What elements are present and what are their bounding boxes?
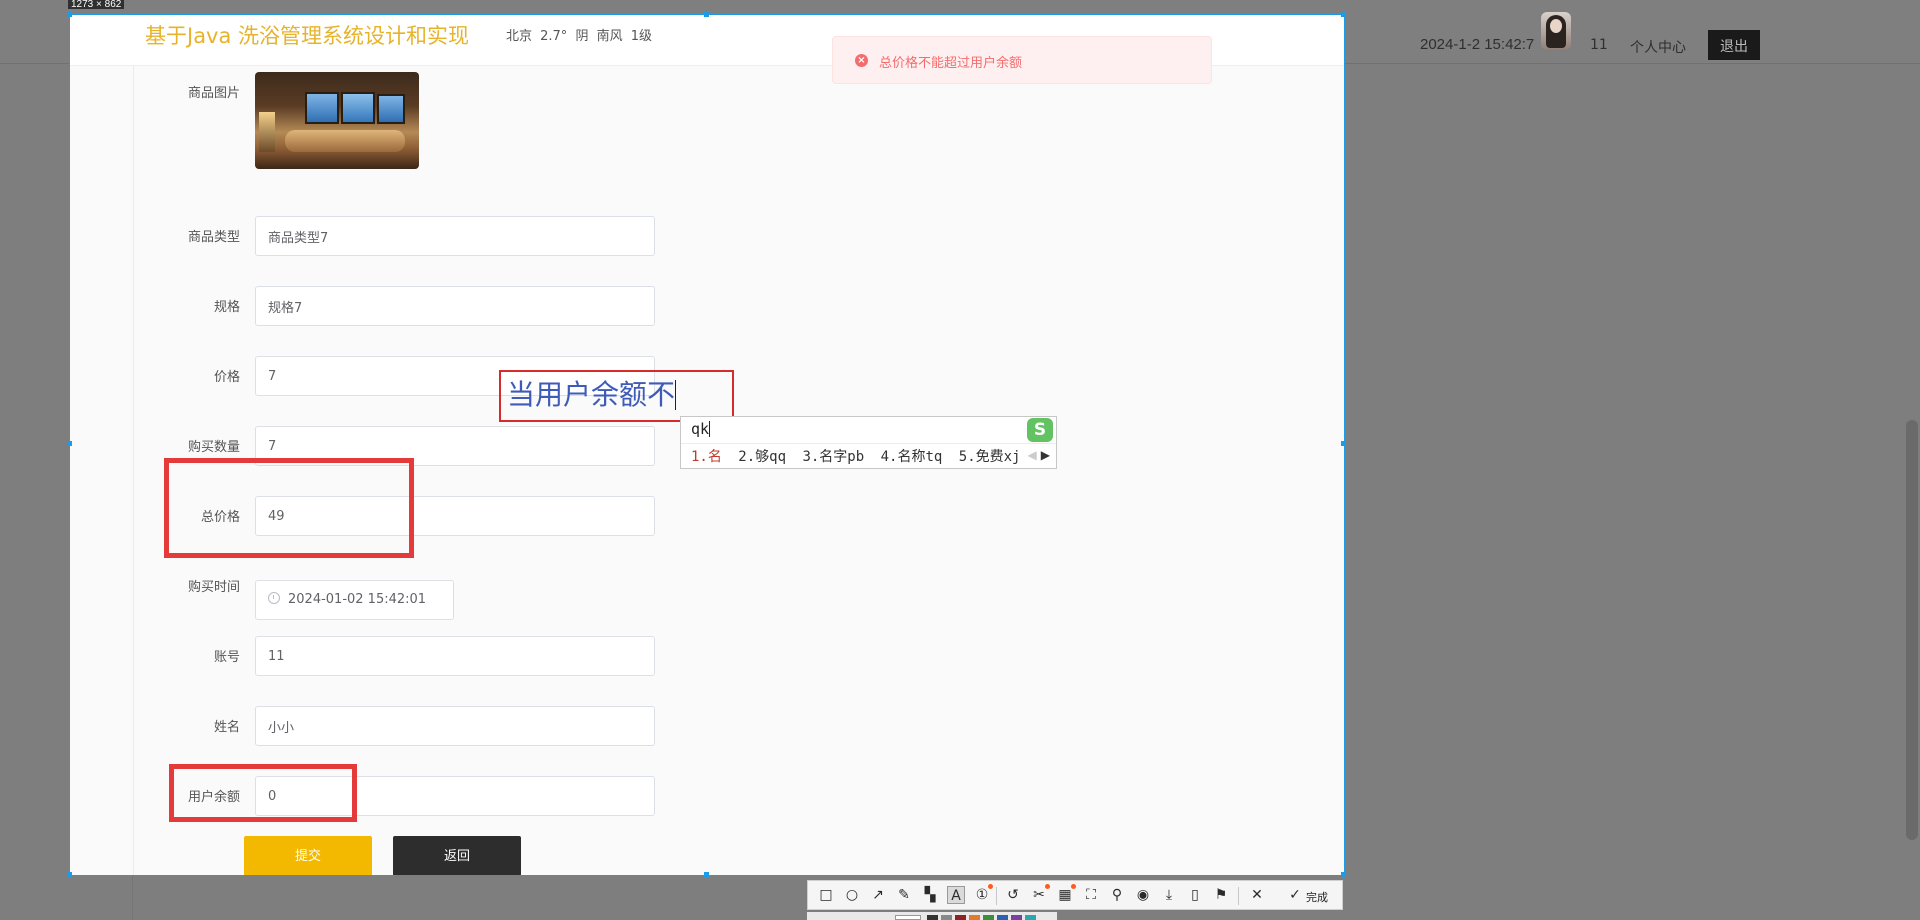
palette-swatch[interactable] [927,915,938,920]
ime-logo-icon: S [1027,418,1053,442]
name-input[interactable] [255,706,655,746]
screen: 2024-1-2 15:42:7 11 个人中心 退出 1273 × 862 基… [0,0,1920,920]
ime-candidate[interactable]: 3.名字pb [802,449,864,465]
annotation-box-balance[interactable] [169,764,357,822]
bookmark-icon[interactable]: ⚑ [1212,886,1230,904]
ime-candidate[interactable]: 5.免费xj [959,449,1021,465]
resize-handle[interactable] [1341,441,1346,446]
ime-next-icon[interactable]: ▶ [1041,448,1050,462]
ime-composition-text: qk [691,420,710,438]
error-circle-icon: × [855,54,868,67]
resize-handle[interactable] [1341,872,1346,877]
resize-handle[interactable] [1341,12,1346,17]
resize-handle[interactable] [704,12,709,17]
avatar-face [1550,19,1562,33]
palette-swatch[interactable] [997,915,1008,920]
record-icon[interactable]: ◉ [1134,886,1152,904]
clock-icon [268,592,280,604]
ime-candidate-list: 1.名 2.够qq 3.名字pb 4.名称tq 5.免费xj [691,446,1028,466]
ime-caret [709,421,711,437]
capture-size-label: 1273 × 862 [68,0,125,10]
ellipse-icon[interactable]: ○ [843,886,861,904]
ime-divider [681,443,1056,444]
number-tool-dot [988,884,993,889]
product-image-label: 商品图片 [187,86,240,101]
ime-page-arrows[interactable]: ◀ ▶ [1028,448,1050,462]
capture-toolbar: □ ○ ↗ ✎ ▚ A ① ↺ ✂ ▦ ⛶ ⚲ ◉ ⤓ ▯ ⚑ ✕ ✓ 完成 [807,880,1343,910]
ime-candidate[interactable]: 1.名 [691,449,722,465]
account-label: 账号 [213,650,240,665]
ime-candidate-window[interactable]: qk S 1.名 2.够qq 3.名字pb 4.名称tq 5.免费xj ◀ ▶ [680,416,1057,469]
ime-prev-icon[interactable]: ◀ [1028,448,1037,462]
mosaic-icon[interactable]: ▚ [921,886,939,904]
product-image-tub [285,130,405,152]
quantity-label: 购买数量 [187,440,240,455]
palette-swatch[interactable] [1011,915,1022,920]
product-image-window [377,94,405,124]
scan-icon[interactable]: ⛶ [1082,886,1100,904]
text-annotation-content: 当用户余额不 [507,378,676,411]
product-image-window [305,92,339,124]
product-image-window [341,92,375,124]
scissors-tool-dot [1045,884,1050,889]
header-datetime: 2024-1-2 15:42:7 [1420,36,1535,53]
product-type-label: 商品类型 [187,230,240,245]
toolbar-separator [996,887,997,905]
palette-swatch[interactable] [895,915,921,920]
resize-handle[interactable] [67,12,72,17]
palette-swatch[interactable] [941,915,952,920]
purchase-time-label: 购买时间 [187,580,240,595]
resize-handle[interactable] [67,441,72,446]
back-button[interactable]: 返回 [393,836,521,875]
spec-label: 规格 [213,300,240,315]
download-icon[interactable]: ⤓ [1160,886,1178,904]
app-title: 基于Java 洗浴管理系统设计和实现 [145,24,470,48]
ime-composition: qk [691,420,711,438]
pen-icon[interactable]: ✎ [895,886,913,904]
color-palette [807,912,1057,920]
text-annotation[interactable]: 当用户余额不 [499,370,734,422]
ime-candidate[interactable]: 4.名称tq [881,449,943,465]
error-toast: × 总价格不能超过用户余额 [832,36,1212,84]
header-username: 11 [1590,37,1608,53]
palette-swatch[interactable] [955,915,966,920]
page-edge [133,65,134,875]
text-caret [675,380,677,410]
spec-input[interactable] [255,286,655,326]
pin-icon[interactable]: ⚲ [1108,886,1126,904]
done-button[interactable]: 完成 [1306,889,1328,905]
product-image [255,72,419,169]
palette-swatch[interactable] [1025,915,1036,920]
rectangle-icon[interactable]: □ [817,886,835,904]
phone-icon[interactable]: ▯ [1186,886,1204,904]
account-input[interactable] [255,636,655,676]
avatar[interactable] [1541,12,1571,50]
palette-swatch[interactable] [983,915,994,920]
toast-message: 总价格不能超过用户余额 [879,56,1023,71]
page-scrollbar[interactable] [1906,420,1918,840]
price-label: 价格 [213,370,240,385]
name-label: 姓名 [213,720,240,735]
resize-handle[interactable] [704,872,709,877]
ime-candidate[interactable]: 2.够qq [738,449,786,465]
logout-button[interactable]: 退出 [1708,30,1760,60]
purchase-time-picker[interactable]: 2024-01-02 15:42:01 [255,580,454,620]
text-icon[interactable]: A [947,886,965,904]
check-icon[interactable]: ✓ [1286,886,1304,904]
undo-icon[interactable]: ↺ [1004,886,1022,904]
arrow-icon[interactable]: ↗ [869,886,887,904]
product-type-input[interactable] [255,216,655,256]
ocr-tool-dot [1071,884,1076,889]
product-image-lamp [259,112,275,152]
close-icon[interactable]: ✕ [1248,886,1266,904]
annotation-box-total[interactable] [164,458,414,558]
weather-info: 北京 2.7° 阴 南风 1级 [506,29,652,44]
purchase-time-value: 2024-01-02 15:42:01 [288,592,427,607]
submit-button[interactable]: 提交 [244,836,372,875]
personal-center-link[interactable]: 个人中心 [1630,37,1686,57]
resize-handle[interactable] [67,872,72,877]
palette-swatch[interactable] [969,915,980,920]
toolbar-separator [1238,887,1239,905]
